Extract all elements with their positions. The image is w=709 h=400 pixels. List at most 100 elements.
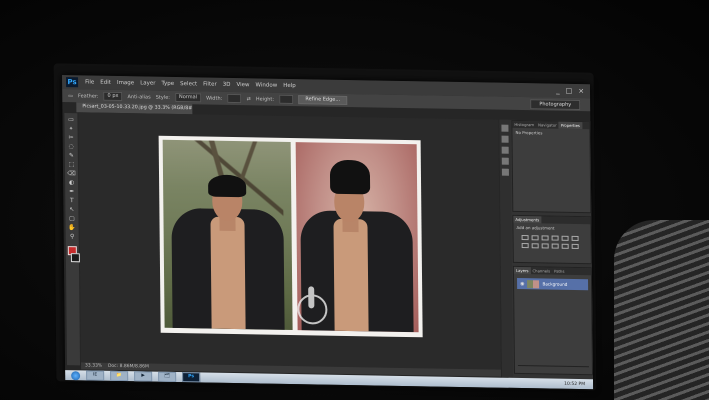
person-left (171, 168, 285, 330)
marquee-tool-icon[interactable]: ▭ (68, 93, 73, 99)
feather-input[interactable]: 0 px (103, 91, 123, 102)
tab-properties[interactable]: Properties (558, 121, 582, 130)
tab-channels[interactable]: Channels (530, 267, 552, 274)
start-button[interactable] (71, 370, 81, 380)
layer-thumbnail (527, 279, 540, 288)
refine-edge-button[interactable]: Refine Edge... (298, 95, 348, 105)
tab-navigator[interactable]: Navigator (536, 121, 559, 128)
layer-controls (517, 364, 589, 373)
dodge-tool-icon[interactable]: ◐ (67, 179, 76, 186)
hair (208, 174, 247, 198)
actions-icon[interactable] (501, 135, 509, 143)
brush-tool-icon[interactable]: ✎ (67, 152, 76, 159)
hand-watermark-icon (297, 294, 328, 325)
hair (329, 159, 371, 195)
taskbar-ie[interactable]: IE (86, 370, 105, 381)
menu-edit[interactable]: Edit (97, 80, 114, 86)
document-canvas[interactable] (158, 135, 423, 338)
menu-3d[interactable]: 3D (220, 82, 234, 88)
height-input[interactable] (279, 94, 294, 105)
info-icon[interactable] (501, 146, 509, 154)
window-controls: _ □ × (556, 87, 584, 95)
zoom-readout[interactable]: 33.33% (85, 363, 102, 368)
exposure-icon[interactable] (551, 235, 559, 241)
marquee-tool-icon[interactable]: ⌖ (67, 125, 76, 132)
antialias-checkbox[interactable]: Anti-alias (127, 94, 150, 100)
background-color-swatch[interactable] (70, 253, 80, 263)
eraser-tool-icon[interactable]: ⌫ (67, 170, 76, 177)
taskbar-clock[interactable]: 10:52 PM (564, 381, 585, 386)
maximize-button[interactable]: □ (566, 87, 573, 95)
fabric-edge (614, 220, 709, 400)
vibrance-icon[interactable] (561, 235, 569, 241)
lasso-tool-icon[interactable]: ✂ (67, 134, 76, 141)
close-button[interactable]: × (578, 87, 584, 95)
hue-sat-icon[interactable] (521, 243, 529, 249)
properties-title: No Properties (515, 129, 543, 136)
gradient-icon[interactable] (571, 235, 579, 242)
menu-type[interactable]: Type (158, 81, 177, 87)
layer-name: Background (542, 281, 568, 287)
menu-help[interactable]: Help (280, 83, 299, 89)
chest (210, 216, 246, 330)
adjustments-panel: Adjustments Add an adjustment (512, 214, 592, 265)
channel-mixer-icon[interactable] (561, 243, 569, 249)
type-tool-icon[interactable]: T (67, 197, 76, 204)
person-right (297, 155, 414, 333)
brightness-icon[interactable] (521, 235, 529, 241)
pen-tool-icon[interactable]: ✒ (67, 188, 76, 195)
tab-layers[interactable]: Layers (513, 266, 531, 275)
crop-tool-icon[interactable]: ⬚ (67, 161, 76, 168)
tab-histogram[interactable]: Histogram (512, 121, 536, 128)
levels-icon[interactable] (531, 235, 539, 241)
swap-icon[interactable]: ⇄ (247, 96, 251, 102)
menu-filter[interactable]: Filter (200, 81, 220, 87)
color-lookup-icon[interactable] (571, 243, 579, 250)
menu-window[interactable]: Window (253, 82, 281, 88)
right-panels: Histogram Navigator Properties No Proper… (499, 119, 594, 383)
zoom-tool-icon[interactable]: ⚲ (68, 233, 77, 240)
brush-panel-icon[interactable] (501, 157, 509, 165)
width-label: Width: (206, 95, 223, 102)
style-label: Style: (155, 94, 171, 101)
path-select-icon[interactable]: ↖ (67, 206, 76, 213)
menu-view[interactable]: View (233, 82, 252, 88)
menu-select[interactable]: Select (177, 81, 200, 87)
photo-after (295, 142, 419, 333)
chest (333, 218, 369, 332)
hand-tool-icon[interactable]: ✋ (68, 224, 77, 231)
layers-tabs: Layers Channels Paths (513, 266, 591, 276)
menu-file[interactable]: File (82, 79, 97, 85)
menu-layer[interactable]: Layer (137, 80, 158, 86)
style-select[interactable]: Normal (174, 92, 202, 103)
workspace-select[interactable]: Photography (530, 98, 581, 110)
taskbar-explorer[interactable]: 📁 (110, 370, 129, 382)
tools-panel: ▭ ⌖ ✂ ◌ ✎ ⬚ ⌫ ◐ ✒ T ↖ ▢ ✋ ⚲ (64, 113, 81, 366)
canvas-area[interactable] (78, 112, 501, 370)
adjustment-icons (514, 232, 591, 252)
tab-adjustments[interactable]: Adjustments (513, 215, 542, 224)
layer-row[interactable]: ◉ Background (517, 277, 589, 291)
minimize-button[interactable]: _ (556, 87, 560, 95)
tab-paths[interactable]: Paths (552, 268, 566, 275)
taskbar-photoshop[interactable]: Ps (182, 372, 201, 383)
curves-icon[interactable] (541, 235, 549, 241)
shape-tool-icon[interactable]: ▢ (67, 215, 76, 222)
eye-icon[interactable]: ◉ (520, 281, 524, 287)
feather-label: Feather: (77, 92, 99, 100)
taskbar-folder[interactable]: 🗂 (158, 371, 177, 383)
black-white-icon[interactable] (541, 243, 549, 249)
color-balance-icon[interactable] (531, 243, 539, 249)
photoshop-logo: Ps (66, 77, 79, 88)
taskbar-media[interactable]: ▶ (134, 371, 153, 382)
properties-panel: Histogram Navigator Properties No Proper… (511, 119, 592, 214)
quick-select-icon[interactable]: ◌ (67, 143, 76, 150)
properties-tabs: Histogram Navigator Properties (512, 120, 590, 130)
history-icon[interactable] (501, 124, 509, 132)
width-input[interactable] (227, 93, 242, 104)
character-icon[interactable] (501, 168, 509, 176)
monitor-screen: Ps File Edit Image Layer Type Select Fil… (62, 75, 594, 390)
move-tool-icon[interactable]: ▭ (66, 116, 75, 123)
menu-image[interactable]: Image (114, 80, 137, 86)
photo-filter-icon[interactable] (551, 243, 559, 249)
